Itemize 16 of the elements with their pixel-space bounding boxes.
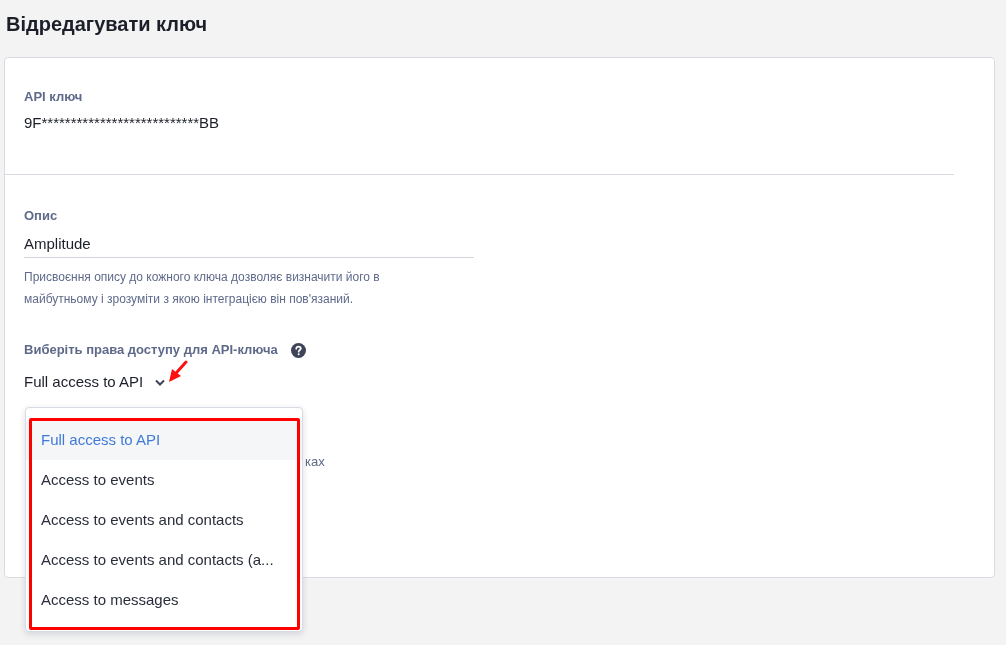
chevron-down-icon — [155, 378, 166, 386]
field-label: API ключ — [24, 88, 83, 106]
api-key-value: 9F***************************BB — [24, 113, 220, 133]
annotation-arrow-icon — [166, 360, 188, 384]
field-label: Опис — [24, 207, 58, 225]
hint-text: Присвоєння опису до кожного ключа дозволяє визначити його в майбутньому і зрозуміти з якою інтеграцією він пов'язаний. — [24, 269, 381, 308]
help-icon[interactable] — [290, 342, 306, 358]
dropdown-option[interactable]: Full access to API — [26, 420, 302, 460]
dropdown-option[interactable]: Access to events and contacts — [26, 500, 302, 540]
dropdown-option[interactable]: Access to events — [26, 460, 302, 500]
field-label: Виберіть права доступу для API-ключа — [24, 341, 278, 359]
permission-select[interactable]: Full access to API — [24, 370, 166, 394]
page-title: Відредагувати ключ — [6, 12, 207, 37]
dropdown-option[interactable]: Access to events and contacts (a... — [26, 540, 302, 580]
covered-text: ках — [305, 453, 325, 471]
dropdown-option[interactable]: Access to messages — [26, 580, 302, 620]
